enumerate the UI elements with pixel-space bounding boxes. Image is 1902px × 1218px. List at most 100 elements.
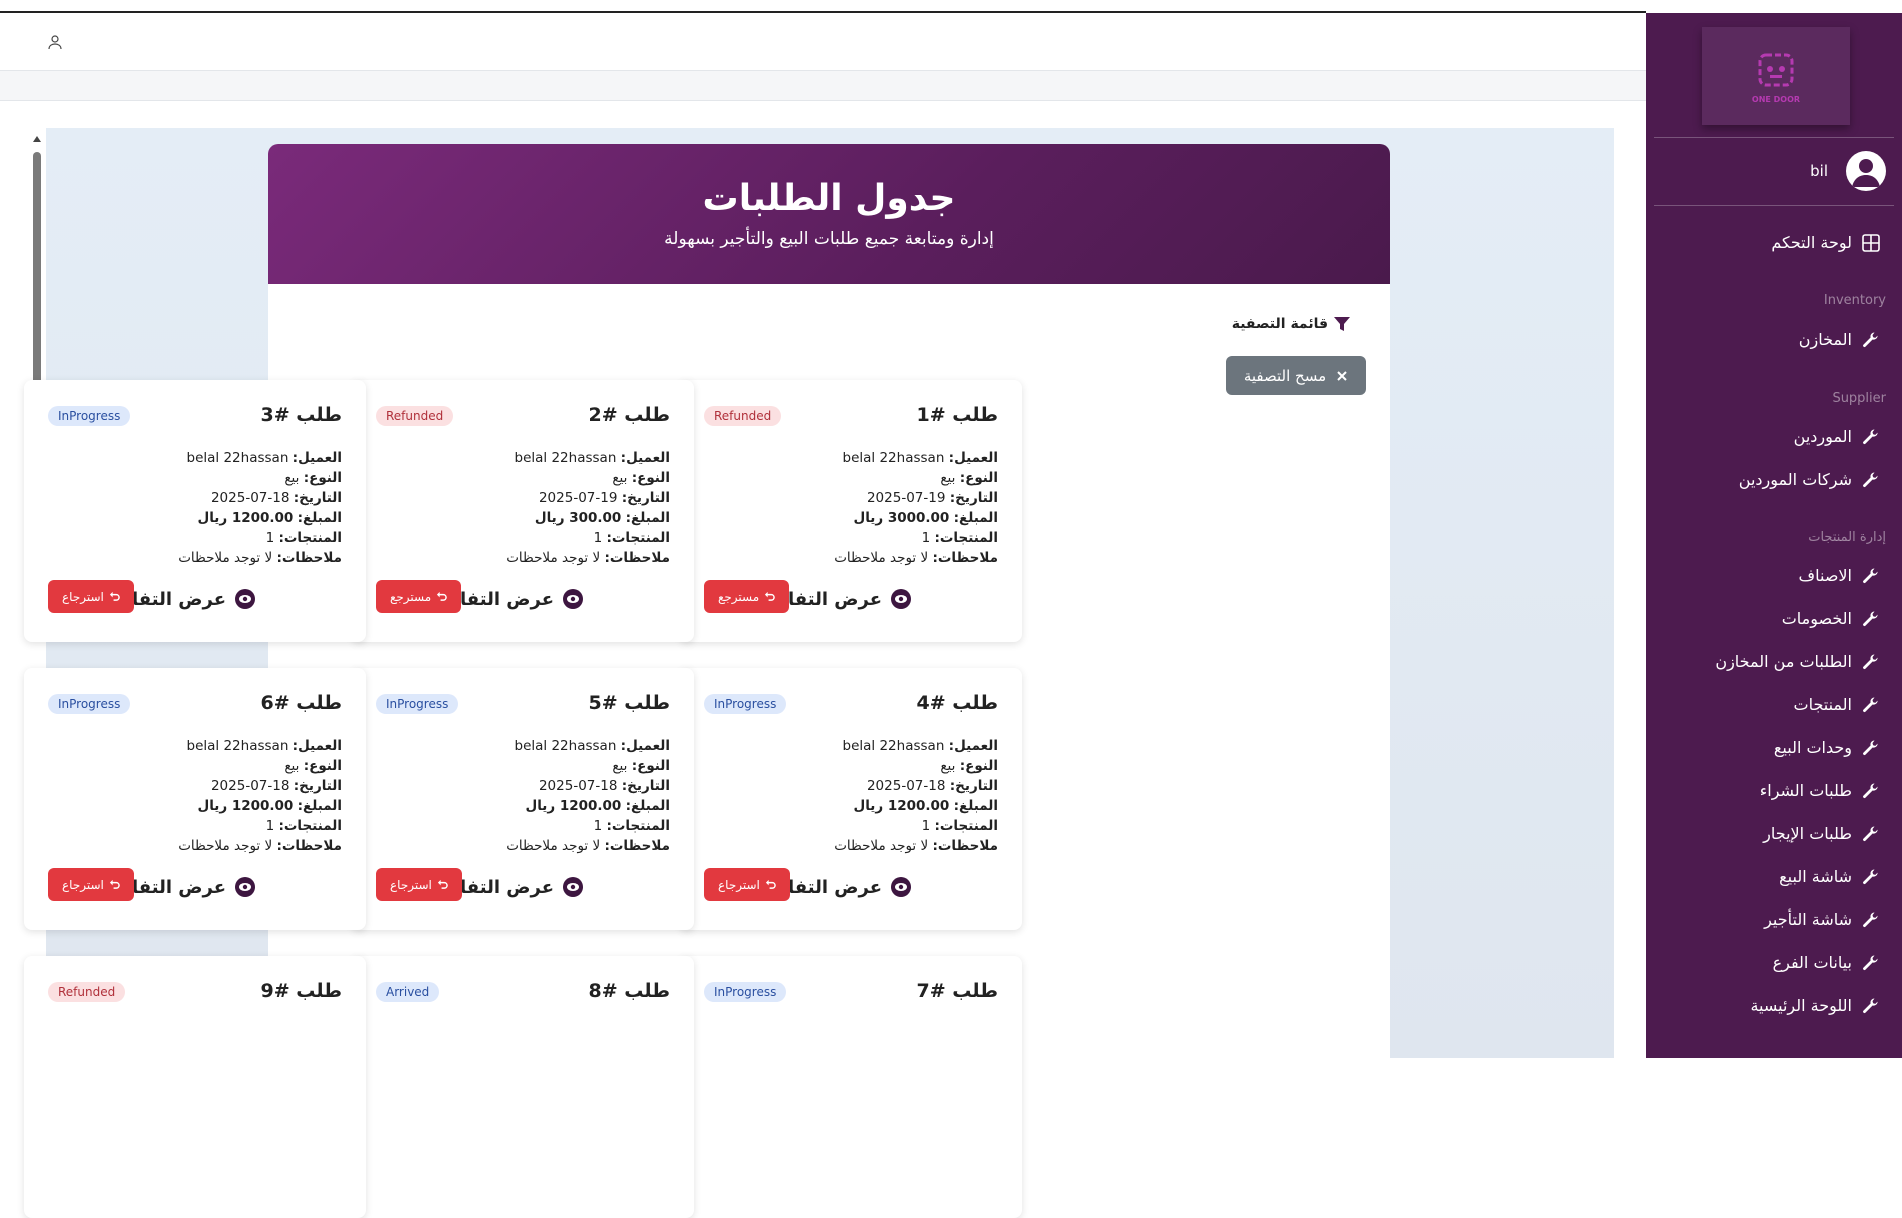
- order-info: العميل: belal 22hassan النوع: بيع التاري…: [506, 450, 670, 566]
- order-title: طلب #9: [260, 980, 342, 1002]
- wrench-icon: [1862, 868, 1880, 886]
- page-header: جدول الطلبات إدارة ومتابعة جميع طلبات ال…: [268, 144, 1390, 284]
- wrench-icon: [1862, 331, 1880, 349]
- status-badge: InProgress: [704, 982, 787, 1002]
- wrench-icon: [1862, 997, 1880, 1015]
- eye-icon: [891, 589, 911, 609]
- breadcrumb-strip: [0, 71, 1646, 101]
- eye-icon: [563, 877, 583, 897]
- eye-icon: [563, 589, 583, 609]
- wrench-icon: [1862, 825, 1880, 843]
- undo-icon: [109, 591, 120, 601]
- refund-button[interactable]: مسترجع: [376, 580, 462, 613]
- wrench-icon: [1862, 911, 1880, 929]
- undo-icon: [437, 879, 448, 889]
- wrench-icon: [1862, 567, 1880, 585]
- sidebar: ONE DOOR bil لوحة التحكم Inventory المخا…: [1646, 13, 1902, 1058]
- wrench-icon: [1862, 739, 1880, 757]
- user-profile[interactable]: bil: [1810, 151, 1886, 191]
- refund-button[interactable]: استرجاع: [48, 580, 134, 613]
- top-navbar: [0, 13, 1646, 71]
- page-title: جدول الطلبات: [702, 178, 956, 219]
- undo-icon: [437, 591, 447, 601]
- wrench-icon: [1862, 782, 1880, 800]
- divider: [1654, 205, 1894, 206]
- order-info: العميل: belal 22hassan النوع: بيع التاري…: [178, 450, 342, 566]
- sidebar-item-sale-units[interactable]: وحدات البيع: [1774, 738, 1880, 757]
- section-supplier: Supplier: [1832, 391, 1886, 406]
- order-title: طلب #7: [916, 980, 998, 1002]
- order-card: طلب #3 InProgress العميل: belal 22hassan…: [24, 380, 366, 642]
- sidebar-item-categories[interactable]: الاصناف: [1799, 566, 1880, 585]
- logo-text: ONE DOOR: [1751, 94, 1801, 104]
- sidebar-item-discounts[interactable]: الخصومات: [1782, 609, 1880, 628]
- wrench-icon: [1862, 954, 1880, 972]
- sidebar-item-main-board[interactable]: اللوحة الرئيسية: [1750, 996, 1880, 1015]
- filter-menu-toggle[interactable]: قائمة التصفية: [1232, 316, 1350, 332]
- section-products: إدارة المنتجات: [1808, 530, 1886, 545]
- order-info: العميل: belal 22hassan النوع: بيع التاري…: [178, 738, 342, 854]
- close-icon: [1337, 370, 1347, 381]
- order-card: طلب #9 Refunded: [24, 956, 366, 1218]
- avatar: [1846, 151, 1886, 191]
- scroll-up-icon[interactable]: [33, 136, 41, 142]
- refund-button[interactable]: استرجاع: [376, 868, 462, 901]
- order-card: طلب #5 InProgress العميل: belal 22hassan…: [352, 668, 694, 930]
- sidebar-item-purchase-orders[interactable]: طلبات الشراء: [1760, 781, 1880, 800]
- filter-title: قائمة التصفية: [1231, 316, 1328, 332]
- dashboard-icon: [1862, 233, 1880, 252]
- clear-filter-button[interactable]: مسح التصفية: [1226, 356, 1366, 395]
- logo[interactable]: ONE DOOR: [1702, 27, 1850, 125]
- order-card: طلب #1 Refunded العميل: belal 22hassan ا…: [680, 380, 1022, 642]
- refund-button[interactable]: مسترجع: [704, 580, 790, 613]
- refund-button[interactable]: استرجاع: [704, 868, 790, 901]
- status-badge: InProgress: [48, 694, 131, 714]
- sidebar-item-products[interactable]: المنتجات: [1794, 695, 1881, 714]
- order-card: طلب #2 Refunded العميل: belal 22hassan ا…: [352, 380, 694, 642]
- window-top-edge: [0, 0, 1646, 13]
- order-title: طلب #6: [260, 692, 342, 714]
- wrench-icon: [1862, 696, 1880, 714]
- order-title: طلب #4: [916, 692, 998, 714]
- section-inventory: Inventory: [1823, 293, 1886, 308]
- eye-icon: [235, 589, 255, 609]
- page-subtitle: إدارة ومتابعة جميع طلبات البيع والتأجير …: [664, 229, 994, 249]
- undo-icon: [109, 879, 120, 889]
- order-info: العميل: belal 22hassan النوع: بيع التاري…: [834, 450, 998, 566]
- undo-icon: [765, 879, 776, 889]
- order-title: طلب #2: [588, 404, 670, 426]
- wrench-icon: [1862, 471, 1880, 489]
- eye-icon: [235, 877, 255, 897]
- user-name: bil: [1810, 162, 1828, 180]
- sidebar-item-rental-orders[interactable]: طلبات الإيجار: [1763, 824, 1880, 843]
- status-badge: Refunded: [376, 406, 454, 426]
- filter-icon: [1334, 317, 1350, 331]
- sidebar-item-warehouse-requests[interactable]: الطلبات من المخازن: [1715, 652, 1880, 671]
- user-icon[interactable]: [44, 31, 66, 53]
- status-badge: Refunded: [48, 982, 126, 1002]
- undo-icon: [765, 591, 775, 601]
- status-badge: Refunded: [704, 406, 782, 426]
- sidebar-item-branch-data[interactable]: بيانات الفرع: [1773, 953, 1880, 972]
- status-badge: InProgress: [376, 694, 459, 714]
- order-title: طلب #1: [916, 404, 998, 426]
- order-title: طلب #8: [588, 980, 670, 1002]
- sidebar-item-supplier-companies[interactable]: شركات الموردين: [1739, 470, 1880, 489]
- wrench-icon: [1862, 428, 1880, 446]
- order-title: طلب #5: [588, 692, 670, 714]
- refund-button[interactable]: استرجاع: [48, 868, 134, 901]
- order-card: طلب #8 Arrived: [352, 956, 694, 1218]
- sidebar-item-dashboard[interactable]: لوحة التحكم: [1771, 233, 1880, 252]
- divider: [1654, 137, 1894, 138]
- order-card: طلب #4 InProgress العميل: belal 22hassan…: [680, 668, 1022, 930]
- order-title: طلب #3: [260, 404, 342, 426]
- sidebar-item-suppliers[interactable]: الموردين: [1794, 427, 1880, 446]
- logo-icon: [1758, 53, 1794, 86]
- sidebar-item-rental-screen[interactable]: شاشة التأجير: [1764, 910, 1880, 929]
- wrench-icon: [1862, 653, 1880, 671]
- status-badge: InProgress: [48, 406, 131, 426]
- status-badge: Arrived: [376, 982, 440, 1002]
- sidebar-item-warehouses[interactable]: المخازن: [1799, 330, 1880, 349]
- status-badge: InProgress: [704, 694, 787, 714]
- sidebar-item-sales-screen[interactable]: شاشة البيع: [1779, 867, 1880, 886]
